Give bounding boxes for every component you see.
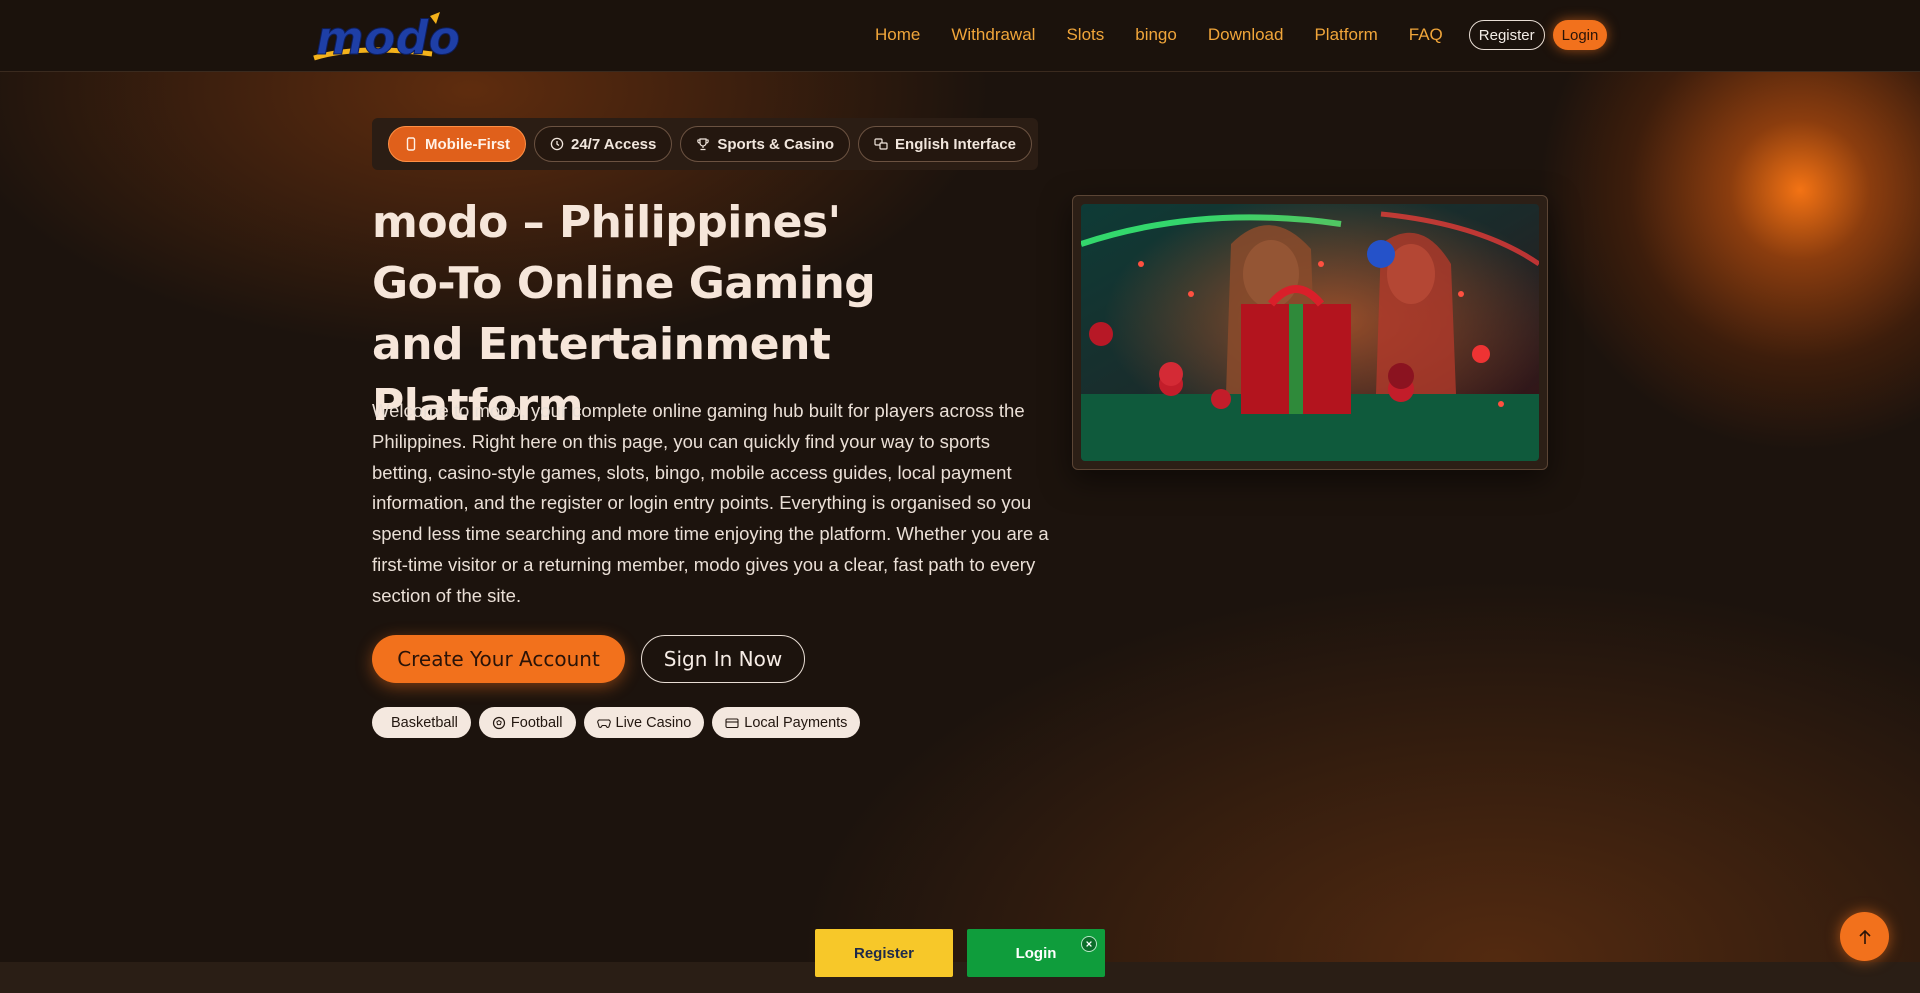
modo-logo[interactable]: modo [312,10,496,62]
phone-icon [406,137,416,151]
tag-label: Basketball [391,714,458,731]
nav-download[interactable]: Download [1208,25,1284,45]
chip-sports-casino[interactable]: Sports & Casino [680,126,851,162]
tag-live-casino[interactable]: Live Casino [583,707,705,738]
nav-home[interactable]: Home [875,25,920,45]
header-register-button[interactable]: Register [1468,20,1545,50]
chip-label: Sports & Casino [717,135,835,153]
svg-text:modo: modo [316,11,460,62]
tag-label: Live Casino [615,714,692,731]
tag-basketball[interactable]: Basketball [372,707,471,738]
translate-icon [874,138,888,150]
football-icon [492,716,506,729]
card-icon [725,717,739,728]
clock-icon [550,137,564,151]
header-login-button[interactable]: Login [1552,20,1608,50]
sign-in-button[interactable]: Sign In Now [641,635,805,683]
feature-bar: Mobile-First 24/7 Access Sports & Casino… [372,118,1038,170]
trophy-icon [697,138,710,151]
floating-register-button[interactable]: Register [815,929,953,977]
site-header: modo Home Withdrawal Slots bingo Downloa… [0,0,1920,72]
casino-promo-image [1081,204,1539,461]
scroll-to-top-button[interactable] [1840,912,1889,961]
tag-football[interactable]: Football [478,707,576,738]
create-account-button[interactable]: Create Your Account [372,635,625,683]
nav-bingo[interactable]: bingo [1135,25,1177,45]
gamepad-icon [596,718,611,728]
tag-local-payments[interactable]: Local Payments [712,707,861,738]
chip-label: Mobile-First [425,135,510,153]
nav-slots[interactable]: Slots [1066,25,1104,45]
tag-label: Local Payments [744,714,848,731]
chip-24-7-access[interactable]: 24/7 Access [534,126,673,162]
close-icon[interactable] [1081,936,1097,952]
hero-description: Welcome to modo, your complete online ga… [372,400,1049,606]
footer-strip [0,962,1920,993]
chip-mobile-first[interactable]: Mobile-First [388,126,526,162]
nav-platform[interactable]: Platform [1314,25,1377,45]
tag-label: Football [510,714,563,731]
nav-faq[interactable]: FAQ [1409,25,1443,45]
arrow-up-icon [1858,929,1871,944]
hero-image-card [1072,195,1548,470]
main-nav: Home Withdrawal Slots bingo Download Pla… [875,17,1608,53]
chip-label: 24/7 Access [571,135,657,153]
chip-english-interface[interactable]: English Interface [858,126,1032,162]
sport-tags: Basketball Football Live Casino Local Pa… [372,707,868,738]
chip-label: English Interface [895,135,1016,153]
nav-withdrawal[interactable]: Withdrawal [951,25,1035,45]
